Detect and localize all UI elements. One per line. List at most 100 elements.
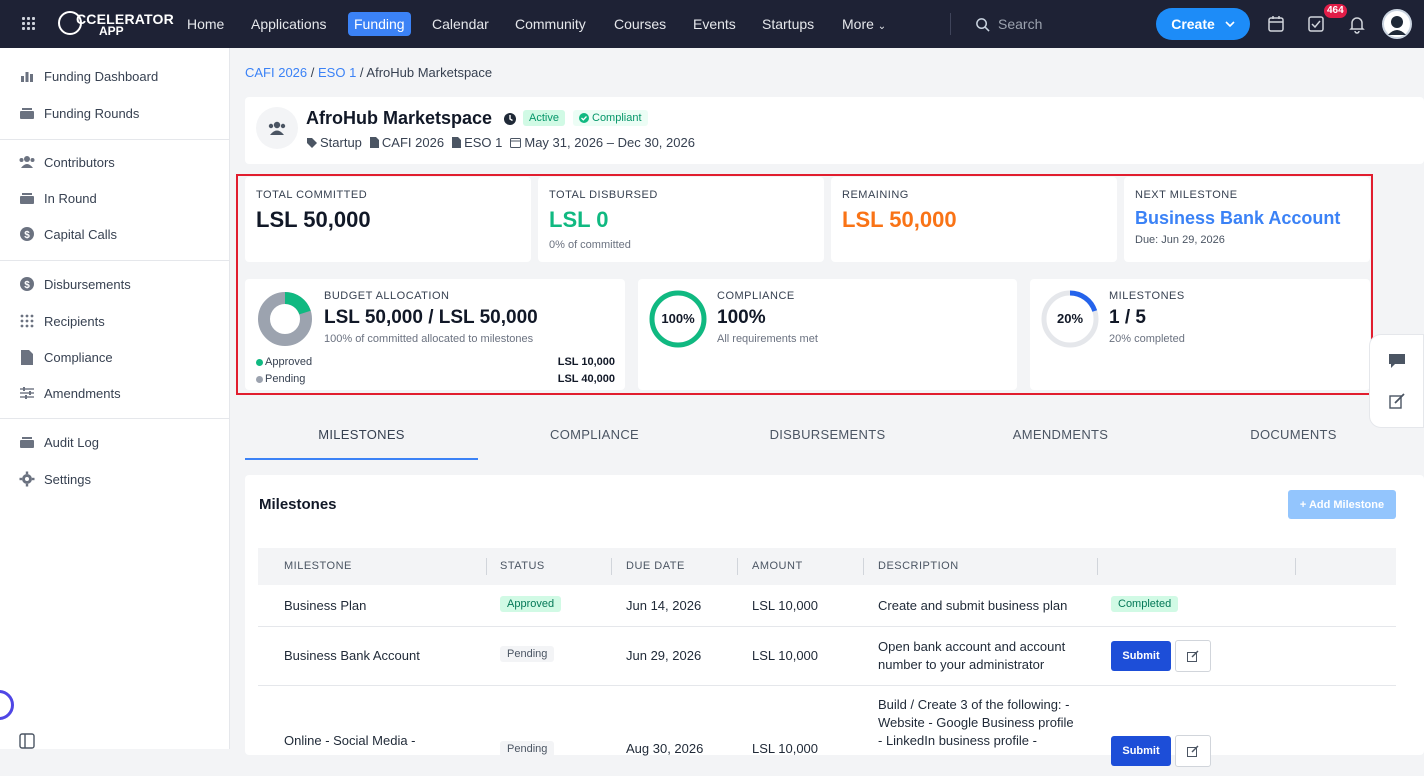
avatar-icon <box>1388 16 1406 35</box>
table-header: MILESTONE STATUS DUE DATE AMOUNT DESCRIP… <box>258 548 1396 585</box>
user-avatar[interactable] <box>1382 9 1412 39</box>
search-icon <box>976 17 990 32</box>
search-placeholder: Search <box>998 16 1043 32</box>
legend-dot <box>256 358 263 366</box>
sidebar-item-disbursements[interactable]: $ Disbursements <box>18 273 131 295</box>
sidebar: Funding Dashboard Funding Rounds Contrib… <box>0 48 230 749</box>
help-launcher[interactable] <box>0 690 14 720</box>
meta-program: CAFI 2026 <box>369 135 445 150</box>
nav-courses[interactable]: Courses <box>608 12 672 36</box>
bar-chart-icon <box>18 67 36 85</box>
column-header: AMOUNT <box>752 560 803 572</box>
milestone-name: Online - Social Media - <box>284 733 416 748</box>
edit-button[interactable] <box>1175 640 1211 672</box>
collapse-sidebar-icon[interactable] <box>19 733 35 749</box>
meta-type: Startup <box>307 135 362 150</box>
compliance-ring-text: 100% <box>661 311 695 326</box>
edit-note-icon[interactable] <box>1389 393 1405 409</box>
stat-label: BUDGET ALLOCATION <box>324 290 450 302</box>
sidebar-item-audit-log[interactable]: Audit Log <box>18 431 99 453</box>
tab-compliance[interactable]: COMPLIANCE <box>478 418 711 460</box>
status-badge: Pending <box>500 646 555 662</box>
sidebar-item-funding-dashboard[interactable]: Funding Dashboard <box>18 65 158 87</box>
stat-value: LSL 50,000 / LSL 50,000 <box>324 307 538 328</box>
due-date: Jun 14, 2026 <box>626 598 702 613</box>
sidebar-item-in-round[interactable]: In Round <box>18 187 97 209</box>
sidebar-item-contributors[interactable]: Contributors <box>18 151 115 173</box>
status-badge: Approved <box>500 596 562 612</box>
sidebar-item-label: Funding Dashboard <box>44 68 159 84</box>
amount: LSL 10,000 <box>752 598 819 613</box>
nav-calendar[interactable]: Calendar <box>426 12 495 36</box>
nav-applications[interactable]: Applications <box>245 12 333 36</box>
logo[interactable]: CCELERATOR APP <box>58 9 174 39</box>
status-badge: Active <box>523 110 565 126</box>
grid-icon <box>18 312 36 330</box>
stat-sub: 100% of committed allocated to milestone… <box>324 333 534 345</box>
nav-home[interactable]: Home <box>181 12 230 36</box>
stat-value: LSL 50,000 <box>842 207 957 232</box>
nav-more[interactable]: More ⌄ <box>836 12 892 36</box>
search-input[interactable]: Search <box>975 13 1042 35</box>
legend-approved-value: LSL 10,000 <box>557 356 615 368</box>
submit-button[interactable]: Submit <box>1111 641 1171 671</box>
next-milestone-link[interactable]: Business Bank Account <box>1135 208 1340 229</box>
sidebar-item-label: Capital Calls <box>44 226 117 242</box>
column-divider <box>1097 558 1098 575</box>
sidebar-item-recipients[interactable]: Recipients <box>18 310 105 332</box>
meta-program-label: CAFI 2026 <box>381 135 445 150</box>
gear-icon <box>18 470 36 488</box>
due-date: Jun 29, 2026 <box>626 648 702 663</box>
next-milestone-card: NEXT MILESTONE Business Bank Account Due… <box>1124 177 1370 262</box>
floating-actions <box>1369 334 1424 428</box>
sidebar-item-amendments[interactable]: Amendments <box>18 382 121 404</box>
description-line: number to your administrator <box>878 657 1045 672</box>
total-committed-card: TOTAL COMMITTED LSL 50,000 <box>245 177 531 262</box>
add-milestone-button[interactable]: + Add Milestone <box>1288 490 1396 519</box>
submit-button[interactable]: Submit <box>1111 736 1171 766</box>
svg-text:$: $ <box>24 230 30 241</box>
create-button[interactable]: Create <box>1156 8 1250 40</box>
sidebar-item-funding-rounds[interactable]: Funding Rounds <box>18 102 139 124</box>
apps-grid-icon[interactable] <box>22 17 36 31</box>
breadcrumb-current: AfroHub Marketspace <box>366 65 493 80</box>
nav-events[interactable]: Events <box>687 12 742 36</box>
logo-text-line2: APP <box>99 24 124 38</box>
sidebar-item-label: Settings <box>44 471 91 487</box>
milestone-name: Business Plan <box>284 598 367 613</box>
tab-disbursements[interactable]: DISBURSEMENTS <box>711 418 944 460</box>
sidebar-divider <box>0 139 230 140</box>
logo-text-line1: CCELERATOR <box>76 11 174 27</box>
legend-pending: Pending <box>256 373 305 385</box>
sidebar-item-capital-calls[interactable]: $ Capital Calls <box>18 223 117 245</box>
nav-community[interactable]: Community <box>509 12 592 36</box>
meta-dates-label: May 31, 2026 – Dec 30, 2026 <box>524 135 695 150</box>
nav-startups[interactable]: Startups <box>756 12 820 36</box>
sidebar-item-compliance[interactable]: Compliance <box>18 346 113 368</box>
breadcrumb-eso-link[interactable]: ESO 1 <box>318 65 356 80</box>
legend-pending-value: LSL 40,000 <box>557 373 615 385</box>
calendar-icon[interactable] <box>1266 14 1286 34</box>
sidebar-item-label: Contributors <box>44 154 115 170</box>
description-line: Build / Create 3 of the following: - <box>878 697 1070 712</box>
edit-button[interactable] <box>1175 735 1211 767</box>
sidebar-item-settings[interactable]: Settings <box>18 468 91 490</box>
bell-icon[interactable] <box>1347 14 1367 34</box>
chevron-down-icon <box>1225 21 1235 28</box>
chat-icon[interactable] <box>1388 353 1406 369</box>
stat-value: 1 / 5 <box>1109 307 1146 328</box>
tab-amendments[interactable]: AMENDMENTS <box>944 418 1177 460</box>
tab-milestones[interactable]: MILESTONES <box>245 418 478 460</box>
layers-icon <box>18 104 36 122</box>
nav-funding[interactable]: Funding <box>348 12 411 36</box>
column-header: MILESTONE <box>284 560 352 572</box>
breadcrumb-program-link[interactable]: CAFI 2026 <box>245 65 307 80</box>
table-row: Business Plan Approved Jun 14, 2026 LSL … <box>258 585 1396 627</box>
tasks-icon[interactable] <box>1306 14 1326 34</box>
sidebar-item-label: Recipients <box>44 313 105 329</box>
top-navigation-bar: CCELERATOR APP Home Applications Funding… <box>0 0 1424 48</box>
milestone-name: Business Bank Account <box>284 648 420 663</box>
legend-approved: Approved <box>256 356 312 368</box>
compliance-card: 100% COMPLIANCE 100% All requirements me… <box>638 279 1017 390</box>
main-content: CAFI 2026 / ESO 1 / AfroHub Marketspace … <box>230 48 1424 767</box>
